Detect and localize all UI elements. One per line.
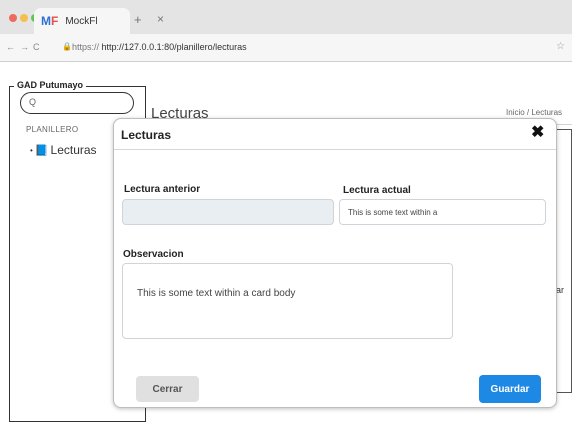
sidebar-item-lecturas[interactable]: • 📘 Lecturas [30, 143, 97, 157]
sidebar-brand: GAD Putumayo [14, 80, 87, 90]
url-text: http://127.0.0.1:80/planillero/lecturas [101, 42, 247, 52]
observacion-label: Observacion [123, 249, 184, 260]
lectura-actual-field[interactable]: This is some text within a [339, 199, 546, 225]
background-partial-text: ar [556, 285, 565, 295]
browser-tab[interactable]: MF MockFl [34, 8, 130, 34]
new-tab-button[interactable]: + [134, 12, 142, 27]
search-icon: Q [29, 97, 37, 107]
tab-title: MockFl [65, 15, 98, 27]
sidebar-section-label: PLANILLERO [26, 125, 79, 134]
url-scheme: https:// [72, 42, 100, 52]
lock-icon: 🔒 [62, 42, 72, 51]
close-window-button[interactable] [9, 14, 17, 22]
url-field[interactable]: https:// http://127.0.0.1:80/planillero/… [72, 42, 247, 52]
browser-tab-bar: MF MockFl + × [0, 0, 572, 34]
lectura-actual-label: Lectura actual [343, 185, 411, 196]
address-bar: ← → C 🔒 https:// http://127.0.0.1:80/pla… [0, 34, 572, 62]
breadcrumb[interactable]: Inicio / Lecturas [506, 108, 562, 117]
back-icon[interactable]: ← [6, 42, 15, 52]
cerrar-button[interactable]: Cerrar [136, 376, 199, 402]
observacion-textarea[interactable]: This is some text within a card body [122, 263, 453, 339]
bullet-icon: • [30, 145, 33, 155]
sidebar-search-input[interactable]: Q [20, 92, 134, 114]
minimize-window-button[interactable] [20, 14, 28, 22]
lectura-anterior-field[interactable] [122, 199, 334, 225]
modal-title: Lecturas [121, 128, 172, 142]
forward-icon[interactable]: → [20, 42, 29, 52]
lecturas-modal: Lecturas ✖ Lectura anterior Lectura actu… [113, 118, 557, 408]
close-tab-button[interactable]: × [157, 12, 164, 26]
book-icon: 📘 [34, 144, 49, 157]
lectura-anterior-label: Lectura anterior [124, 184, 201, 195]
reload-icon[interactable]: C [33, 42, 40, 52]
sidebar-item-label: Lecturas [50, 143, 97, 157]
modal-header: Lecturas ✖ [114, 119, 556, 150]
bookmark-star-icon[interactable]: ☆ [556, 41, 565, 52]
app-logo-icon: MF [41, 14, 59, 28]
close-icon[interactable]: ✖ [531, 125, 544, 141]
guardar-button[interactable]: Guardar [479, 375, 541, 403]
